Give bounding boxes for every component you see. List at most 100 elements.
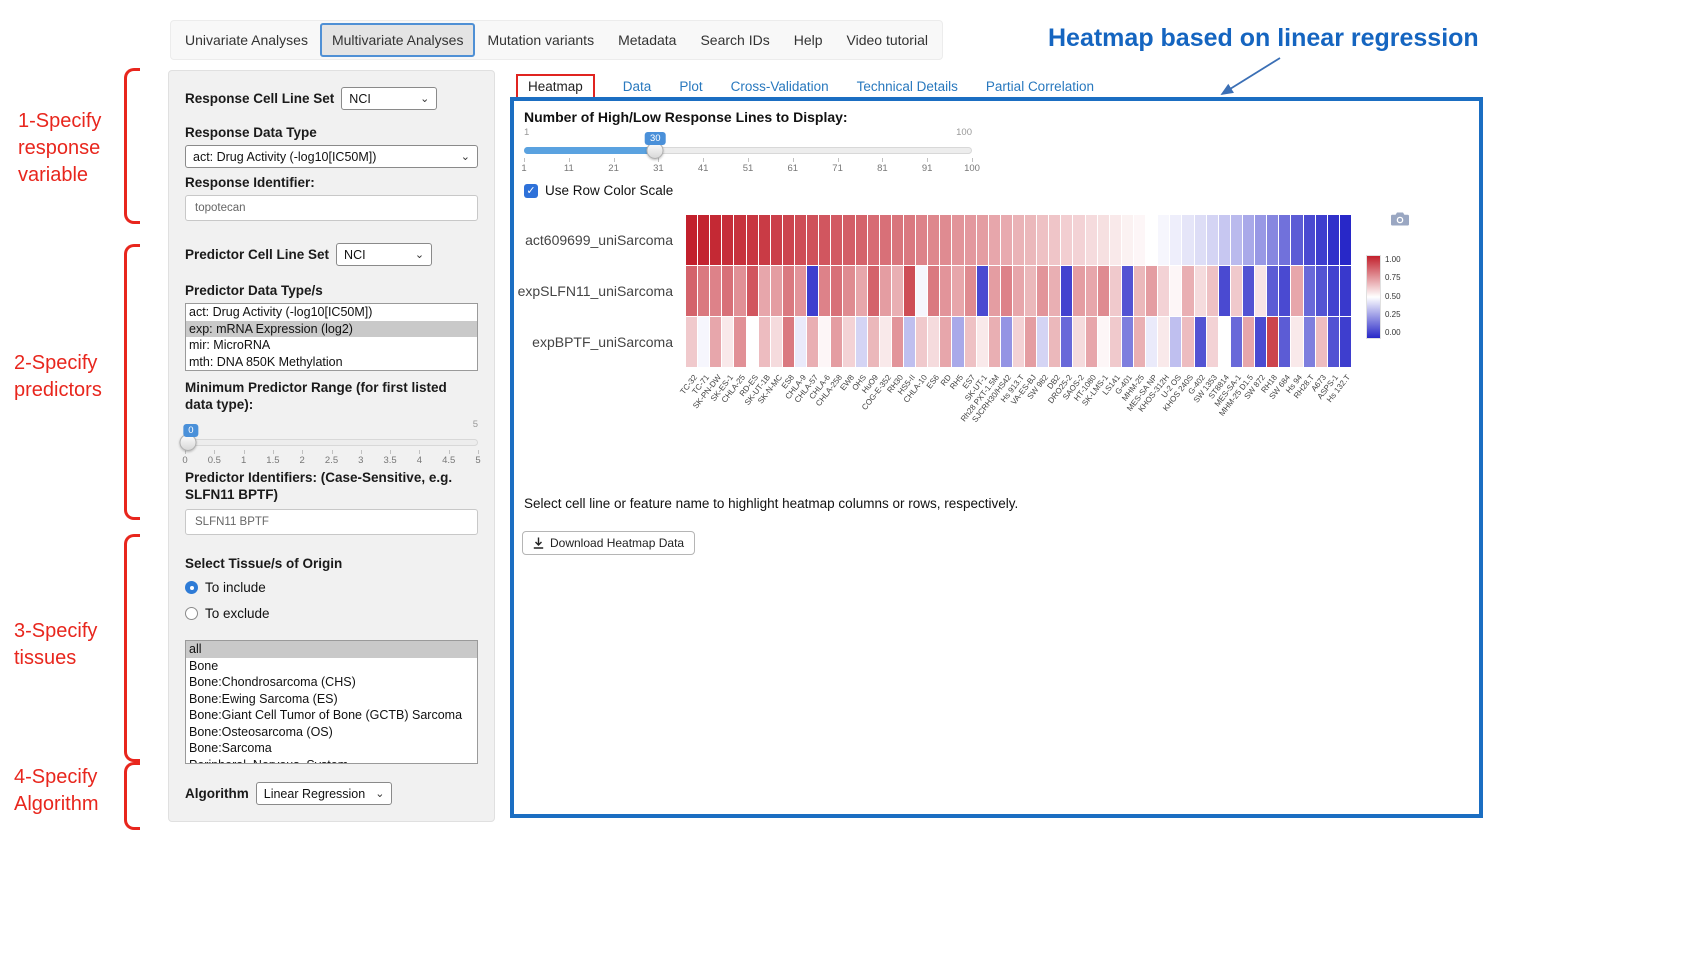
tab-technical-details[interactable]: Technical Details (857, 79, 958, 94)
heatmap-cell[interactable] (1219, 317, 1230, 367)
heatmap-cell[interactable] (1291, 317, 1302, 367)
heatmap-cell[interactable] (1122, 317, 1133, 367)
heatmap-cell[interactable] (940, 317, 951, 367)
tab-heatmap[interactable]: Heatmap (516, 74, 595, 99)
heatmap-cell[interactable] (977, 215, 988, 265)
tab-partial-correlation[interactable]: Partial Correlation (986, 79, 1094, 94)
heatmap-cell[interactable] (1304, 215, 1315, 265)
heatmap-cell[interactable] (1279, 317, 1290, 367)
heatmap-cell[interactable] (1304, 266, 1315, 316)
nav-tab-univariate-analyses[interactable]: Univariate Analyses (173, 23, 320, 57)
heatmap-cell[interactable] (989, 317, 1000, 367)
heatmap-cell[interactable] (807, 317, 818, 367)
heatmap-cell[interactable] (1001, 317, 1012, 367)
listbox-option[interactable]: Bone:Ewing Sarcoma (ES) (186, 691, 477, 708)
heatmap-cell[interactable] (1098, 215, 1109, 265)
heatmap-cell[interactable] (952, 266, 963, 316)
heatmap-cell[interactable] (868, 266, 879, 316)
heatmap-cell[interactable] (868, 215, 879, 265)
heatmap-cell[interactable] (1255, 266, 1266, 316)
listbox-option[interactable]: act: Drug Activity (-log10[IC50M]) (186, 304, 477, 321)
heatmap-cell[interactable] (856, 215, 867, 265)
response-cell-line-set-select[interactable]: NCI ⌄ (341, 87, 437, 110)
response-data-type-select[interactable]: act: Drug Activity (-log10[IC50M]) ⌄ (185, 145, 478, 168)
heatmap-cell[interactable] (759, 266, 770, 316)
listbox-option[interactable]: Bone:Sarcoma (186, 740, 477, 757)
heatmap-cell[interactable] (1182, 317, 1193, 367)
heatmap-cell[interactable] (1243, 266, 1254, 316)
heatmap-cell[interactable] (1243, 317, 1254, 367)
heatmap-cell[interactable] (1013, 317, 1024, 367)
heatmap-cell[interactable] (928, 215, 939, 265)
heatmap-cell[interactable] (904, 215, 915, 265)
heatmap-cell[interactable] (698, 266, 709, 316)
heatmap-cell[interactable] (783, 266, 794, 316)
heatmap-cell[interactable] (1231, 266, 1242, 316)
heatmap-cell[interactable] (1037, 215, 1048, 265)
heatmap-cell[interactable] (1219, 215, 1230, 265)
heatmap-cell[interactable] (904, 266, 915, 316)
heatmap-cell[interactable] (722, 317, 733, 367)
heatmap-cell[interactable] (1073, 266, 1084, 316)
heatmap-cell[interactable] (734, 266, 745, 316)
heatmap-cell[interactable] (952, 317, 963, 367)
heatmap-cell[interactable] (892, 215, 903, 265)
heatmap-cell[interactable] (1255, 317, 1266, 367)
heatmap-cell[interactable] (1243, 215, 1254, 265)
heatmap-cell[interactable] (916, 317, 927, 367)
heatmap-cell[interactable] (1195, 215, 1206, 265)
heatmap-cell[interactable] (1073, 317, 1084, 367)
heatmap-cell[interactable] (1049, 266, 1060, 316)
heatmap-cell[interactable] (1122, 266, 1133, 316)
tab-cross-validation[interactable]: Cross-Validation (731, 79, 829, 94)
predictor-identifiers-input[interactable]: SLFN11 BPTF (185, 509, 478, 535)
heatmap-cell[interactable] (1291, 266, 1302, 316)
heatmap-cell[interactable] (771, 266, 782, 316)
heatmap-cell[interactable] (892, 317, 903, 367)
heatmap-cell[interactable] (686, 317, 697, 367)
heatmap-cell[interactable] (928, 266, 939, 316)
heatmap-cell[interactable] (940, 266, 951, 316)
heatmap-cell[interactable] (1267, 266, 1278, 316)
heatmap-cell[interactable] (892, 266, 903, 316)
heatmap-cell[interactable] (856, 266, 867, 316)
heatmap-cell[interactable] (795, 215, 806, 265)
heatmap-cell[interactable] (1195, 266, 1206, 316)
tissue-exclude-radio[interactable]: To exclude (185, 603, 478, 624)
heatmap-cell[interactable] (759, 215, 770, 265)
predictor-cell-line-set-select[interactable]: NCI ⌄ (336, 243, 432, 266)
heatmap-cell[interactable] (1267, 215, 1278, 265)
heatmap-cell[interactable] (1158, 215, 1169, 265)
heatmap-cell[interactable] (1110, 266, 1121, 316)
nav-tab-search-ids[interactable]: Search IDs (688, 23, 781, 57)
heatmap-cell[interactable] (843, 266, 854, 316)
heatmap-cell[interactable] (1279, 266, 1290, 316)
listbox-option[interactable]: Bone:Giant Cell Tumor of Bone (GCTB) Sar… (186, 707, 477, 724)
heatmap-cell[interactable] (1146, 317, 1157, 367)
heatmap-cell[interactable] (989, 266, 1000, 316)
heatmap-cell[interactable] (880, 317, 891, 367)
heatmap-cell[interactable] (1158, 317, 1169, 367)
heatmap-cell[interactable] (1170, 317, 1181, 367)
heatmap-cell[interactable] (1134, 266, 1145, 316)
heatmap-cell[interactable] (819, 266, 830, 316)
heatmap-cell[interactable] (1086, 317, 1097, 367)
heatmap-cell[interactable] (868, 317, 879, 367)
heatmap-cell[interactable] (759, 317, 770, 367)
tab-plot[interactable]: Plot (679, 79, 702, 94)
heatmap-cell[interactable] (783, 215, 794, 265)
download-heatmap-data-button[interactable]: Download Heatmap Data (522, 531, 695, 555)
heatmap-cell[interactable] (1340, 266, 1351, 316)
heatmap-cell[interactable] (734, 215, 745, 265)
heatmap-cell[interactable] (1122, 215, 1133, 265)
heatmap-cell[interactable] (1001, 266, 1012, 316)
heatmap-cell[interactable] (1316, 317, 1327, 367)
heatmap-cell[interactable] (1207, 317, 1218, 367)
heatmap-cell[interactable] (1013, 215, 1024, 265)
heatmap-cell[interactable] (1049, 215, 1060, 265)
heatmap-cell[interactable] (1304, 317, 1315, 367)
heatmap-cell[interactable] (1001, 215, 1012, 265)
heatmap-cell[interactable] (831, 266, 842, 316)
heatmap-cell[interactable] (747, 317, 758, 367)
tab-data[interactable]: Data (623, 79, 652, 94)
